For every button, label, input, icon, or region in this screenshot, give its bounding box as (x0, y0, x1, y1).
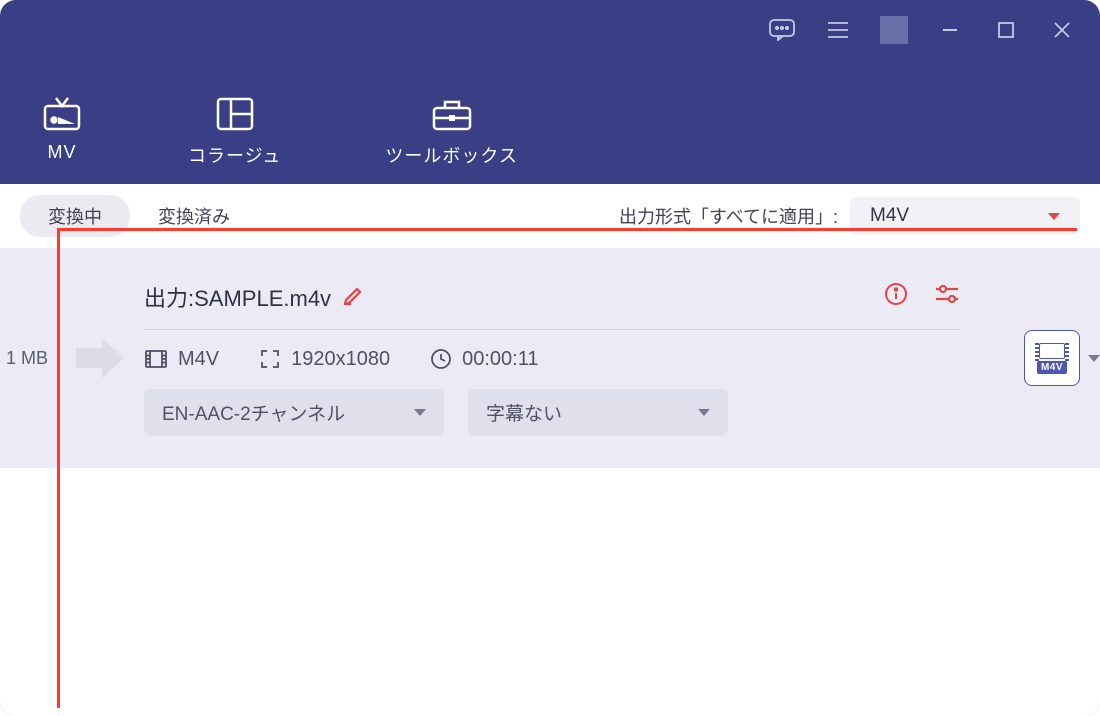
titlebar (768, 16, 1076, 44)
nav-mv-label: MV (48, 142, 77, 163)
format-badge: M4V (1024, 330, 1080, 386)
header: MV コラージュ (0, 0, 1100, 184)
audio-select[interactable]: EN-AAC-2チャンネル (144, 389, 444, 436)
tab-converted[interactable]: 変換済み (158, 203, 230, 229)
maximize-button[interactable] (992, 16, 1020, 44)
file-item: 1 MB 出力:SAMPLE.m4v (0, 248, 1100, 468)
chevron-down-icon (698, 409, 710, 416)
expand-icon (259, 348, 281, 370)
nav-collage-label: コラージュ (188, 142, 281, 168)
minimize-button[interactable] (936, 16, 964, 44)
empty-area (0, 468, 1100, 688)
subtitle-select-value: 字幕ない (486, 399, 562, 426)
collage-icon (213, 96, 257, 132)
chevron-down-icon (414, 409, 426, 416)
info-icon[interactable] (884, 282, 908, 311)
close-button[interactable] (1048, 16, 1076, 44)
meta-codec: M4V (144, 348, 219, 371)
file-meta-row: M4V 1920x1080 00:00: (144, 348, 960, 371)
audio-select-value: EN-AAC-2チャンネル (162, 399, 345, 426)
feedback-icon[interactable] (768, 16, 796, 44)
meta-duration-value: 00:00:11 (462, 348, 538, 371)
annotation-line-vertical (57, 228, 60, 708)
annotation-line-horizontal (57, 228, 1077, 231)
nav-toolbox[interactable]: ツールボックス (365, 96, 537, 168)
nav: MV コラージュ (20, 96, 538, 168)
chevron-down-icon (1088, 355, 1100, 362)
adjust-icon[interactable] (934, 283, 960, 310)
nav-mv[interactable]: MV (20, 96, 104, 168)
edit-icon[interactable] (343, 283, 365, 310)
meta-codec-value: M4V (178, 348, 219, 371)
content-area: 1 MB 出力:SAMPLE.m4v (0, 248, 1100, 684)
mv-icon (40, 96, 84, 132)
film-icon (1039, 343, 1065, 359)
toolbox-icon (430, 96, 474, 132)
subtitle-select[interactable]: 字幕ない (468, 389, 728, 436)
file-output-label: 出力:SAMPLE.m4v (144, 281, 331, 313)
file-body: 出力:SAMPLE.m4v (144, 281, 1000, 436)
output-format-label: 出力形式「すべてに適用」: (619, 203, 838, 229)
clock-icon (430, 348, 452, 370)
app-window: MV コラージュ (0, 0, 1100, 716)
arrow-icon (76, 338, 126, 378)
format-badge-group[interactable]: M4V (1000, 330, 1100, 386)
meta-resolution: 1920x1080 (259, 348, 390, 371)
film-icon (144, 349, 168, 369)
titlebar-separator (880, 16, 908, 44)
meta-resolution-value: 1920x1080 (291, 348, 390, 371)
output-format-value: M4V (870, 205, 909, 227)
tab-strip: 変換中 変換済み 出力形式「すべてに適用」: M4V (0, 184, 1100, 248)
selects-row: EN-AAC-2チャンネル 字幕ない (144, 389, 960, 436)
chevron-down-icon (1048, 213, 1060, 220)
nav-toolbox-label: ツールボックス (385, 142, 517, 168)
nav-collage[interactable]: コラージュ (168, 96, 301, 168)
menu-icon[interactable] (824, 16, 852, 44)
format-badge-text: M4V (1037, 361, 1067, 374)
file-title-row: 出力:SAMPLE.m4v (144, 281, 960, 330)
meta-duration: 00:00:11 (430, 348, 538, 371)
